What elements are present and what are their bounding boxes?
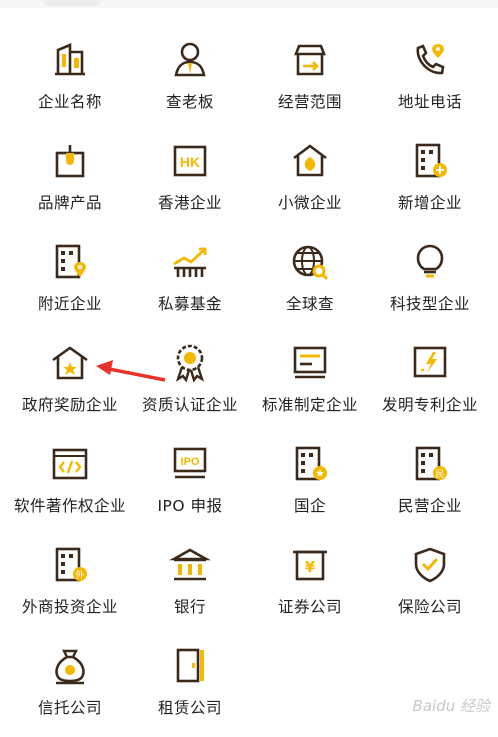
ipo-icon: IPO: [173, 447, 207, 479]
document-lines-icon: [293, 346, 327, 379]
grid-item-ipo[interactable]: IPO IPO 申报: [128, 434, 252, 535]
top-strip-tab: [44, 0, 100, 6]
grid-item-company-name[interactable]: 企业名称: [8, 30, 132, 131]
grid-item-label: 地址电话: [397, 93, 462, 111]
grid-item-label: 全球查: [285, 295, 334, 313]
grid-item-label: 私募基金: [157, 295, 222, 313]
patent-icon: [413, 346, 447, 378]
code-window-icon: [52, 448, 88, 480]
building-foreign-icon: 外: [55, 547, 87, 582]
grid-item-label: 租赁公司: [157, 699, 222, 717]
grid-item-label: 发明专利企业: [381, 396, 478, 414]
grid-item-hk-company[interactable]: HK 香港企业: [128, 131, 252, 232]
grid-item-label: 香港企业: [157, 194, 222, 212]
grid-item-label: IPO 申报: [157, 497, 223, 515]
grid-item-new-company[interactable]: 新增企业: [368, 131, 492, 232]
grid-item-label: 软件著作权企业: [13, 497, 126, 515]
grid-item-foreign-investment[interactable]: 外 外商投资企业: [8, 535, 132, 636]
grid-item-patent[interactable]: 发明专利企业: [368, 333, 492, 434]
watermark: Baidu 经验: [412, 697, 490, 715]
grid-item-label: 科技型企业: [389, 295, 470, 313]
building-icon: [55, 43, 85, 76]
grid-item-label: 品牌产品: [37, 194, 102, 212]
bank-icon: [169, 548, 211, 581]
door-icon: [176, 648, 204, 683]
grid-item-label: 标准制定企业: [261, 396, 358, 414]
grid-item-label: 银行: [173, 598, 206, 616]
grid-item-label: 外商投资企业: [21, 598, 118, 616]
grid-item-insurance[interactable]: 保险公司: [368, 535, 492, 636]
grid-item-label: 经营范围: [277, 93, 342, 111]
grid-item-label: 附近企业: [37, 295, 102, 313]
grid-item-global-search[interactable]: 全球查: [248, 232, 372, 333]
grid-item-leasing[interactable]: 租赁公司: [128, 636, 252, 737]
money-bag-icon: [55, 649, 85, 685]
grid-item-label: 保险公司: [397, 598, 462, 616]
grid-item-label: 政府奖励企业: [21, 396, 118, 414]
yen-board-icon: ¥: [293, 550, 327, 581]
shop-icon: [294, 44, 326, 76]
grid-item-qualification[interactable]: 资质认证企业: [128, 333, 252, 434]
grid-item-label: 查老板: [165, 93, 214, 111]
person-icon: [174, 42, 206, 77]
grid-item-tech-company[interactable]: 科技型企业: [368, 232, 492, 333]
grid-item-label: 信托公司: [37, 699, 102, 717]
building-star-icon: [295, 446, 327, 481]
grid-item-label: 企业名称: [37, 93, 102, 111]
grid-item-bank[interactable]: 银行: [128, 535, 252, 636]
shield-check-icon: [414, 547, 446, 583]
phone-location-icon: [416, 44, 445, 75]
svg-text:HK: HK: [180, 154, 200, 170]
globe-search-icon: [292, 245, 329, 281]
svg-text:¥: ¥: [305, 558, 316, 576]
grid-item-label: 民营企业: [397, 497, 462, 515]
grid-item-label: 国企: [293, 497, 326, 515]
rising-chart-icon: [173, 247, 207, 277]
grid-item-state-owned[interactable]: 国企: [248, 434, 372, 535]
grid-item-small-micro[interactable]: 小微企业: [248, 131, 372, 232]
building-pin-icon: [55, 244, 86, 279]
lightbulb-icon: [416, 244, 444, 278]
grid-item-label: 资质认证企业: [141, 396, 238, 414]
top-strip: [0, 0, 498, 8]
grid-item-gov-award[interactable]: 政府奖励企业: [8, 333, 132, 434]
grid-item-business-scope[interactable]: 经营范围: [248, 30, 372, 131]
hk-badge-icon: HK: [173, 145, 207, 177]
grid-item-address-phone[interactable]: 地址电话: [368, 30, 492, 131]
grid-item-securities[interactable]: ¥ 证券公司: [248, 535, 372, 636]
house-leaf-icon: [293, 144, 327, 177]
grid-item-boss[interactable]: 查老板: [128, 30, 252, 131]
grid-item-label: 小微企业: [277, 194, 342, 212]
award-rosette-icon: [175, 344, 205, 383]
grid-item-label: 证券公司: [277, 598, 342, 616]
grid-item-private-fund[interactable]: 私募基金: [128, 232, 252, 333]
grid-item-private-enterprise[interactable]: 民 民营企业: [368, 434, 492, 535]
svg-text:外: 外: [75, 569, 84, 581]
brand-product-icon: [55, 145, 85, 178]
grid-item-software-copyright[interactable]: 软件著作权企业: [8, 434, 132, 535]
grid-item-standard-setting[interactable]: 标准制定企业: [248, 333, 372, 434]
svg-text:民: 民: [435, 469, 444, 480]
building-plus-icon: [415, 143, 447, 178]
grid-item-brand-product[interactable]: 品牌产品: [8, 131, 132, 232]
grid-item-label: 新增企业: [397, 194, 462, 212]
building-private-icon: 民: [415, 446, 447, 481]
svg-text:IPO: IPO: [181, 456, 200, 468]
house-star-icon: [52, 346, 88, 380]
grid-item-nearby[interactable]: 附近企业: [8, 232, 132, 333]
grid-item-trust[interactable]: 信托公司: [8, 636, 132, 737]
